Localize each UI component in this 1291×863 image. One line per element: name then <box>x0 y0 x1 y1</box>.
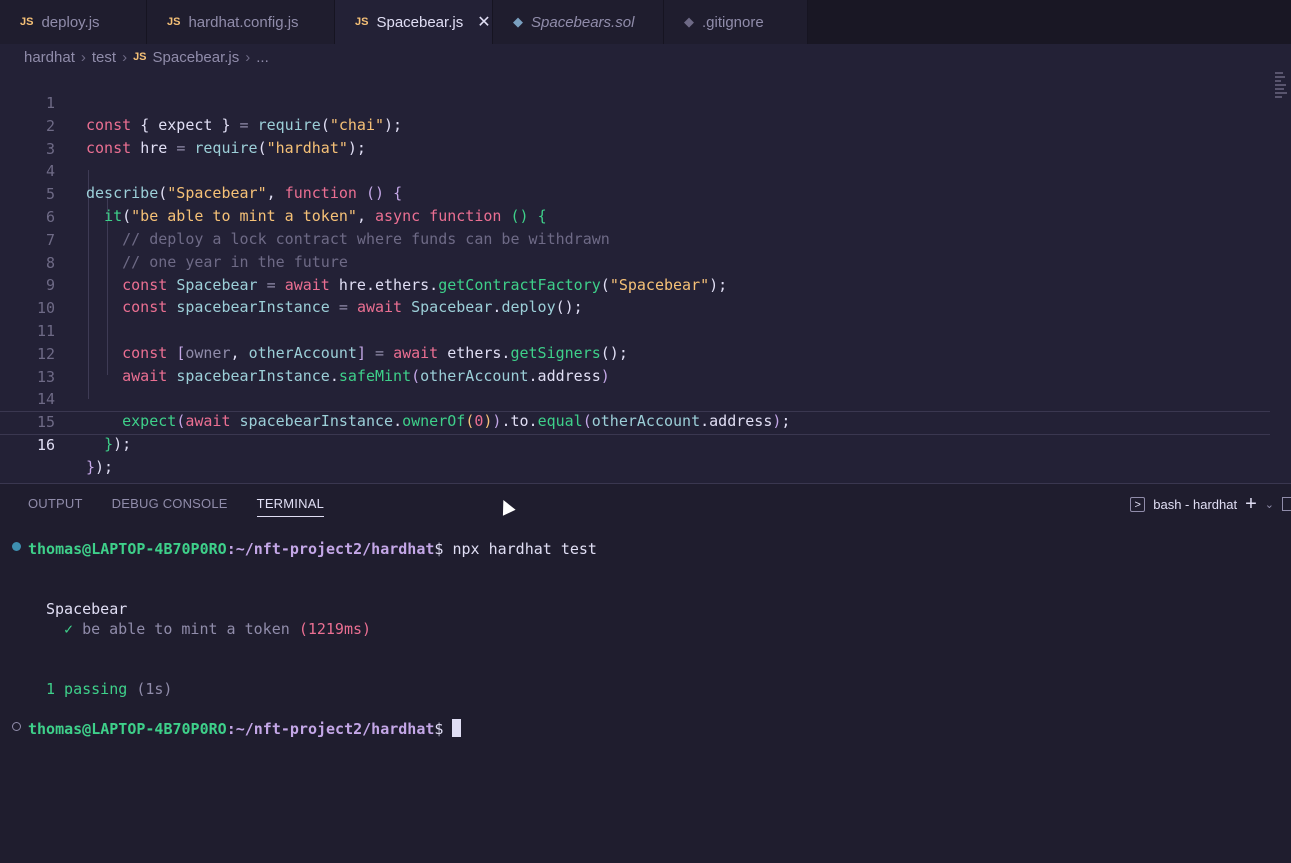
javascript-file-icon: JS <box>167 16 181 28</box>
command-decoration-icon[interactable] <box>12 542 21 551</box>
breadcrumb-item-hardhat[interactable]: hardhat <box>24 49 75 66</box>
terminal-prompt-line: thomas@LAPTOP-4B70P0RO:~/nft-project2/ha… <box>28 540 597 558</box>
tab-spacebear-js[interactable]: JS Spacebear.js ✕ <box>335 0 493 44</box>
line-number: 16 <box>36 436 55 454</box>
chevron-down-icon[interactable]: ⌄ <box>1265 498 1274 511</box>
passing-summary: 1 passing (1s) <box>46 680 173 698</box>
tab-debug-console[interactable]: DEBUG CONSOLE <box>112 496 228 517</box>
tab-label: deploy.js <box>41 13 100 31</box>
tab-terminal[interactable]: TERMINAL <box>256 496 325 517</box>
current-code-line: 16 }); <box>0 411 1270 476</box>
code-line: 14 expect(await spacebearInstance.ownerO… <box>0 366 1270 430</box>
code-line: 5 it("be able to mint a token", async fu… <box>0 161 1270 225</box>
chevron-right-icon: › <box>245 48 251 66</box>
tab-label: Spacebears.sol <box>531 13 635 31</box>
code-text: }); <box>104 435 132 453</box>
test-result-line: ✓ be able to mint a token (1219ms) <box>64 620 372 638</box>
tab-output[interactable]: OUTPUT <box>28 496 83 517</box>
javascript-file-icon: JS <box>133 51 147 63</box>
test-suite-name: Spacebear <box>46 600 128 618</box>
tab-bar-empty-space <box>808 0 1291 44</box>
solidity-file-icon: ◆ <box>513 14 523 29</box>
code-line: 13 <box>0 344 1270 386</box>
code-line: 3 <box>0 116 1270 158</box>
tab-label: .gitignore <box>702 13 764 31</box>
terminal-prompt-line: thomas@LAPTOP-4B70P0RO:~/nft-project2/ha… <box>28 719 462 739</box>
code-line: 1 const { expect } = require("chai"); <box>0 70 1270 134</box>
chevron-right-icon: › <box>122 48 128 66</box>
panel-actions: > bash - hardhat + ⌄ <box>1130 494 1291 514</box>
split-terminal-icon[interactable] <box>1282 497 1291 511</box>
terminal-output[interactable]: thomas@LAPTOP-4B70P0RO:~/nft-project2/ha… <box>0 537 1291 857</box>
plus-icon[interactable]: + <box>1245 494 1257 514</box>
bottom-panel: OUTPUT DEBUG CONSOLE TERMINAL > bash - h… <box>0 483 1291 863</box>
code-line: 12 await spacebearInstance.safeMint(othe… <box>0 321 1270 385</box>
vscode-window: JS deploy.js JS hardhat.config.js JS Spa… <box>0 0 1291 863</box>
breadcrumb-item-test[interactable]: test <box>92 49 116 66</box>
code-line: 2 const hre = require("hardhat"); <box>0 93 1270 157</box>
breadcrumb-item-symbols[interactable]: ... <box>256 49 269 66</box>
panel-tabs: OUTPUT DEBUG CONSOLE TERMINAL <box>28 496 325 517</box>
editor-tab-bar: JS deploy.js JS hardhat.config.js JS Spa… <box>0 0 1291 44</box>
code-line: 11 const [owner, otherAccount] = await e… <box>0 298 1270 362</box>
close-icon[interactable]: ✕ <box>477 12 490 32</box>
javascript-file-icon: JS <box>355 16 369 28</box>
tab-deploy-js[interactable]: JS deploy.js <box>0 0 147 44</box>
terminal-cursor <box>452 719 462 737</box>
code-line: 9 const spacebearInstance = await Spaceb… <box>0 252 1270 316</box>
tab-gitignore[interactable]: ◆ .gitignore <box>664 0 808 44</box>
tab-spacebears-sol[interactable]: ◆ Spacebears.sol <box>493 0 664 44</box>
tab-label: Spacebear.js <box>376 13 464 31</box>
tab-label: hardhat.config.js <box>188 13 299 31</box>
code-line: 15 }); <box>0 389 1270 453</box>
tab-hardhat-config-js[interactable]: JS hardhat.config.js <box>147 0 335 44</box>
code-editor[interactable]: 1 const { expect } = require("chai"); 2 … <box>0 70 1291 483</box>
minimap[interactable] <box>1275 70 1287 104</box>
terminal-selector[interactable]: bash - hardhat <box>1153 497 1237 512</box>
code-text: }); <box>86 458 114 476</box>
code-line: 7 // one year in the future <box>0 207 1270 271</box>
code-line: 4 describe("Spacebear", function () { <box>0 138 1270 202</box>
code-line: 10 <box>0 275 1270 317</box>
code-line: 6 // deploy a lock contract where funds … <box>0 184 1270 248</box>
chevron-right-icon: › <box>80 48 86 66</box>
check-icon: ✓ <box>64 620 74 638</box>
terminal-icon: > <box>1130 496 1146 512</box>
breadcrumb: hardhat › test › JS Spacebear.js › ... <box>0 44 1291 70</box>
code-line: 8 const Spacebear = await hre.ethers.get… <box>0 230 1270 294</box>
breadcrumb-item-file[interactable]: Spacebear.js <box>153 49 240 66</box>
git-file-icon: ◆ <box>684 14 694 29</box>
javascript-file-icon: JS <box>20 16 34 28</box>
command-decoration-icon[interactable] <box>12 722 21 731</box>
